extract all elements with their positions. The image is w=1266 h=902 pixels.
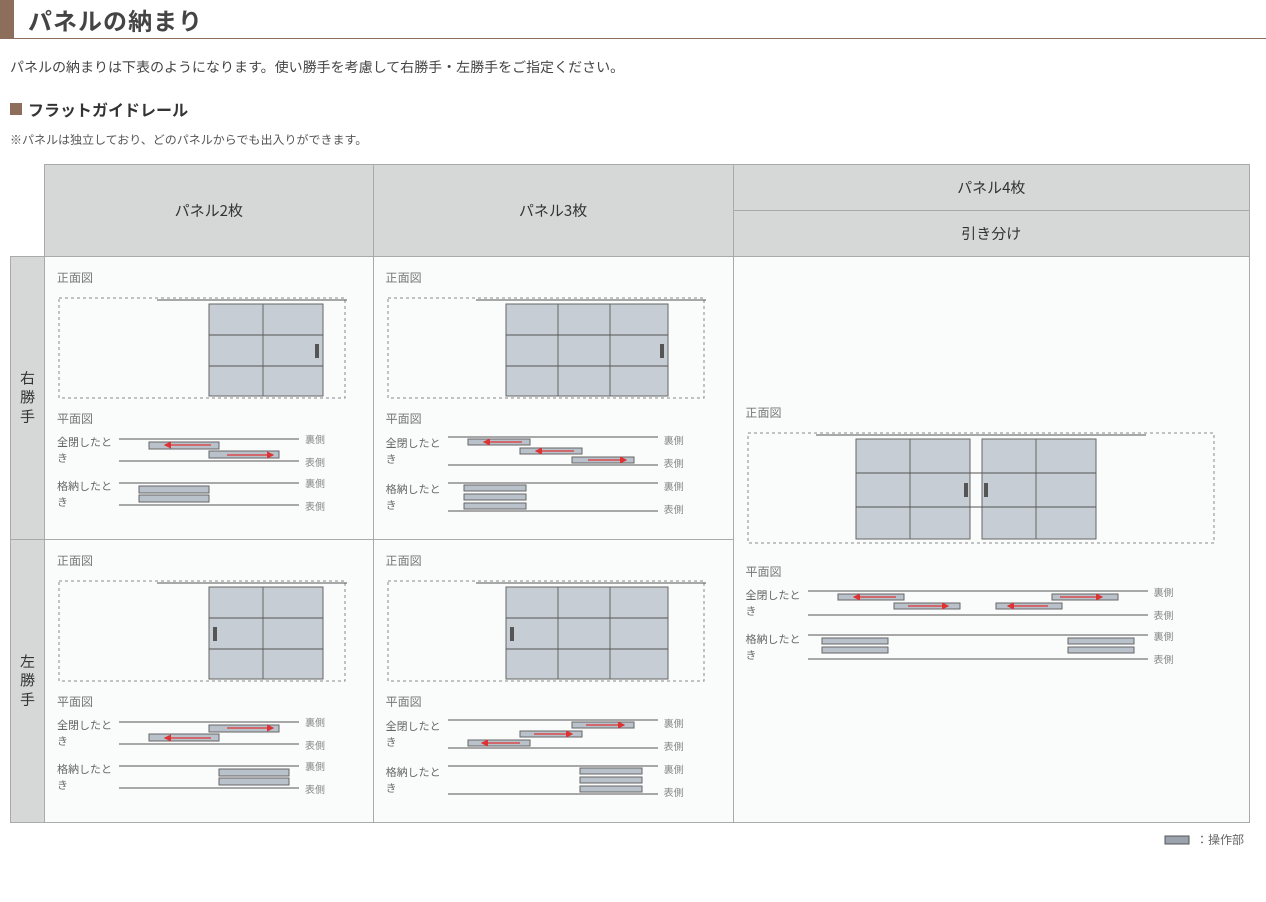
- plan-stored-row: 格納したとき 裏側表側: [57, 475, 361, 513]
- col-panel4-sub: 引き分け: [733, 211, 1249, 257]
- cell-p4: 正面図 平面図 全閉したとき: [733, 257, 1249, 823]
- col-panel4: パネル4枚: [733, 165, 1249, 211]
- front-view-p3l: [386, 573, 706, 683]
- cap-closed: 全閉したとき: [57, 434, 119, 466]
- cell-p2-right: 正面図 平面図 全閉したとき: [45, 257, 374, 540]
- cell-p3-left: 正面図 平面図 全閉したとき: [373, 540, 733, 823]
- front-view-p3r: [386, 290, 706, 400]
- sub-heading-text: フラットガイドレール: [28, 97, 188, 121]
- col-panel2: パネル2枚: [45, 165, 374, 257]
- front-view-p2l: [57, 573, 347, 683]
- cell-p2-left: 正面図 平面図 全閉したとき 裏側表側: [45, 540, 374, 823]
- section-title-bar: パネルの納まり: [0, 0, 1266, 39]
- lead-text: パネルの納まりは下表のようになります。使い勝手を考慮して右勝手・左勝手をご指定く…: [10, 57, 1266, 77]
- plan-stored-p4: [808, 629, 1148, 665]
- plan-closed-p2r: [119, 433, 299, 467]
- label-plan: 平面図: [57, 410, 361, 427]
- label-front: 正面図: [57, 269, 361, 286]
- legend-text: ：操作部: [1196, 831, 1244, 848]
- plan-stored-p2r: [119, 477, 299, 511]
- note-text: ※パネルは独立しており、どのパネルからでも出入りができます。: [10, 131, 1266, 148]
- col-panel3: パネル3枚: [373, 165, 733, 257]
- row-right: 右勝手: [11, 257, 45, 540]
- plan-closed-p4: [808, 585, 1148, 621]
- plan-closed-p3r: [448, 431, 658, 471]
- plan-stored-p2l: [119, 760, 299, 794]
- front-view-p4: [746, 425, 1216, 545]
- title-accent: [0, 0, 14, 38]
- plan-closed-p3l: [448, 714, 658, 754]
- plan-stored-p3r: [448, 477, 658, 517]
- cap-stored: 格納したとき: [57, 478, 119, 510]
- sub-heading-bullet: [10, 103, 22, 115]
- legend: ：操作部: [0, 831, 1244, 848]
- config-table: パネル2枚 パネル3枚 パネル4枚 引き分け 右勝手 正面図 平面図 全閉したと…: [10, 164, 1250, 823]
- sub-heading: フラットガイドレール: [10, 97, 1266, 121]
- plan-closed-p2l: [119, 716, 299, 750]
- front-view-p2r: [57, 290, 347, 400]
- plan-closed-row: 全閉したとき 裏側表側: [57, 431, 361, 469]
- cell-p3-right: 正面図 平面図 全閉したとき: [373, 257, 733, 540]
- plan-stored-p3l: [448, 760, 658, 800]
- row-left: 左勝手: [11, 540, 45, 823]
- section-title: パネルの納まり: [28, 2, 203, 37]
